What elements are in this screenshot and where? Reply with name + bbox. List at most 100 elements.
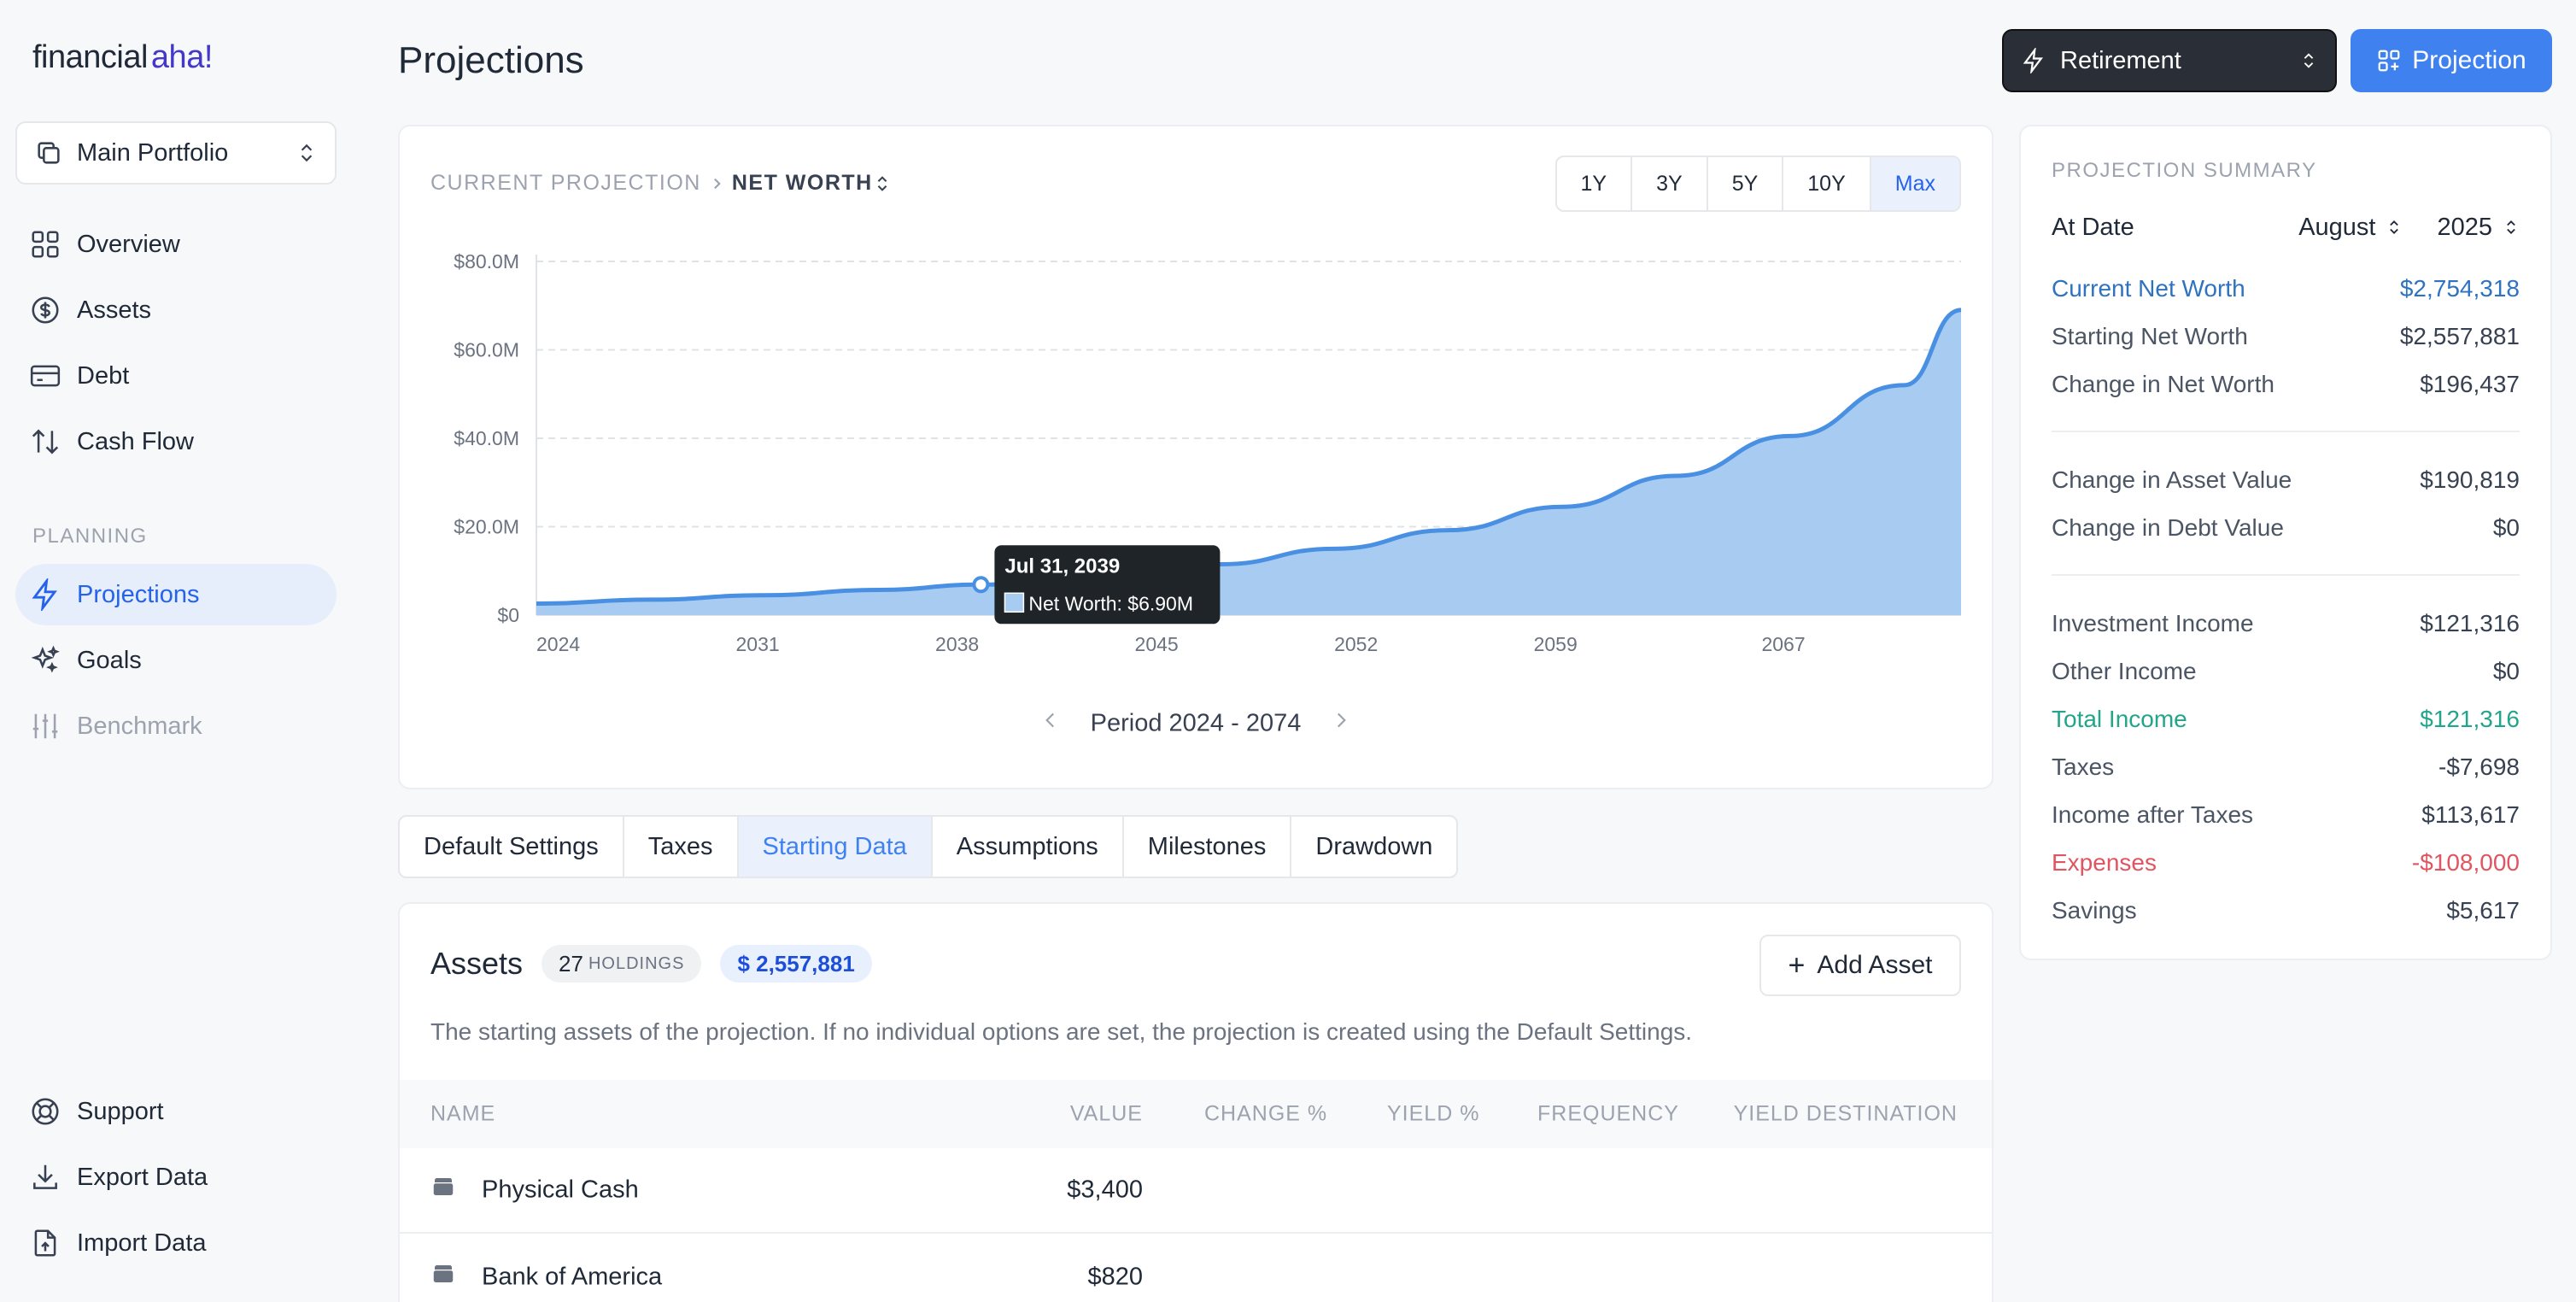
tab-drawdown[interactable]: Drawdown [1291, 817, 1456, 877]
summary-value: $2,754,318 [2399, 275, 2520, 302]
summary-row-other-income: Other Income $0 [2052, 654, 2520, 689]
month-select[interactable]: August [2298, 214, 2403, 242]
scenario-select[interactable]: Retirement [2002, 29, 2337, 92]
column-header-change[interactable]: CHANGE % [1204, 1102, 1327, 1127]
projection-button[interactable]: Projection [2351, 29, 2552, 92]
assets-header: Assets 27 HOLDINGS $ 2,557,881 [430, 945, 872, 982]
add-asset-button[interactable]: + Add Asset [1759, 935, 1961, 996]
sidebar-item-export-data[interactable]: Export Data [15, 1147, 337, 1208]
portfolio-label: Main Portfolio [77, 138, 229, 167]
sidebar-item-goals[interactable]: Goals [15, 630, 337, 691]
projection-summary-card: PROJECTION SUMMARY At Date August 2025 C… [2019, 125, 2552, 960]
summary-row-total-income: Total Income $121,316 [2052, 702, 2520, 736]
scenario-select-label: Retirement [2060, 46, 2181, 74]
asset-name: Physical Cash [482, 1176, 639, 1204]
sidebar-item-label: Projections [77, 580, 200, 608]
portfolio-select[interactable]: Main Portfolio [15, 121, 337, 185]
sliders-icon [32, 713, 58, 739]
column-header-frequency[interactable]: FREQUENCY [1537, 1102, 1679, 1127]
sidebar-item-benchmark[interactable]: Benchmark [15, 695, 337, 757]
column-header-yield[interactable]: YIELD % [1387, 1102, 1479, 1127]
wallet-icon [430, 1261, 456, 1293]
summary-title: PROJECTION SUMMARY [2052, 159, 2317, 182]
sidebar-item-label: Debt [77, 361, 130, 390]
tab-milestones[interactable]: Milestones [1124, 817, 1292, 877]
summary-value: -$7,698 [2438, 754, 2520, 780]
chevron-updown-icon [2390, 220, 2399, 234]
tooltip-date: Jul 31, 2039 [1004, 554, 1120, 578]
column-header-yield-destination[interactable]: YIELD DESTINATION [1734, 1102, 1958, 1127]
at-date-label: At Date [2052, 213, 2134, 241]
y-tick-label: $40.0M [454, 427, 519, 449]
sidebar-item-label: Assets [77, 296, 152, 324]
summary-row-investment-income: Investment Income $121,316 [2052, 607, 2520, 641]
summary-value: $190,819 [2420, 466, 2520, 493]
at-date-row: At Date August 2025 [2052, 210, 2520, 244]
hover-point[interactable] [972, 576, 990, 594]
divider [2052, 431, 2520, 432]
sidebar-item-label: Export Data [77, 1163, 208, 1191]
table-row[interactable]: Bank of America $820 [400, 1235, 1992, 1302]
add-asset-label: Add Asset [1817, 951, 1933, 979]
asset-value: $3,400 [1067, 1176, 1143, 1204]
summary-value: $0 [2492, 514, 2520, 541]
y-tick-label: $20.0M [454, 516, 519, 538]
chevron-updown-icon [301, 144, 313, 162]
x-tick-label: 2067 [1761, 633, 1805, 655]
tooltip-swatch [1004, 592, 1025, 613]
x-tick-label: 2038 [935, 633, 979, 655]
column-header-value[interactable]: VALUE [1070, 1102, 1143, 1127]
summary-label: Current Net Worth [2052, 275, 2245, 302]
tab-starting-data[interactable]: Starting Data [738, 817, 933, 877]
chevron-right-icon[interactable] [1330, 706, 1352, 742]
sidebar-item-cash-flow[interactable]: Cash Flow [15, 411, 337, 472]
sidebar-item-label: Import Data [77, 1229, 207, 1257]
summary-row-current-net-worth: Current Net Worth $2,754,318 [2052, 272, 2520, 306]
chevron-left-icon[interactable] [1039, 706, 1062, 742]
holdings-label: HOLDINGS [588, 953, 685, 973]
assets-card: Assets 27 HOLDINGS $ 2,557,881 + Add Asse… [398, 902, 1993, 1302]
plus-icon: + [1788, 948, 1806, 982]
settings-tabs: Default Settings Taxes Starting Data Ass… [398, 815, 1459, 878]
summary-row-taxes: Taxes -$7,698 [2052, 750, 2520, 784]
period-label: Period 2024 - 2074 [1090, 709, 1302, 737]
divider [2052, 574, 2520, 576]
tab-assumptions[interactable]: Assumptions [933, 817, 1124, 877]
summary-value: $113,617 [2421, 801, 2520, 828]
summary-value: $2,557,881 [2399, 323, 2520, 349]
year-select[interactable]: 2025 [2437, 214, 2520, 242]
wallet-icon [430, 1174, 456, 1206]
tab-default-settings[interactable]: Default Settings [400, 817, 624, 877]
asset-name: Bank of America [482, 1263, 663, 1291]
credit-card-icon [30, 365, 61, 387]
dollar-circle-icon [32, 296, 59, 324]
sidebar-item-label: Overview [77, 230, 180, 258]
sidebar-item-overview[interactable]: Overview [15, 214, 337, 275]
summary-value: $0 [2492, 658, 2520, 684]
summary-row-income-after-taxes: Income after Taxes $113,617 [2052, 798, 2520, 832]
sidebar-item-debt[interactable]: Debt [15, 345, 337, 407]
column-header-name[interactable]: NAME [430, 1102, 495, 1127]
lightning-icon [2023, 48, 2043, 73]
summary-label: Taxes [2052, 754, 2115, 780]
sidebar-item-assets[interactable]: Assets [15, 279, 337, 341]
app-logo[interactable]: financial aha! [32, 39, 213, 76]
x-tick-label: 2024 [536, 633, 580, 655]
sidebar-item-projections[interactable]: Projections [15, 564, 337, 625]
summary-row-change-asset-value: Change in Asset Value $190,819 [2052, 463, 2520, 497]
sidebar-item-support[interactable]: Support [15, 1081, 337, 1142]
assets-title: Assets [430, 946, 524, 981]
chart-card: CURRENT PROJECTION NET WORTH 1Y 3Y 5Y 10… [398, 125, 1993, 789]
summary-label: Other Income [2052, 658, 2197, 684]
section-label-planning: PLANNING [32, 525, 148, 548]
sidebar-item-import-data[interactable]: Import Data [15, 1212, 337, 1274]
net-worth-chart[interactable]: $0 $20.0M $40.0M $60.0M $80.0M 2024 2031 2038 20… [400, 126, 1995, 690]
tab-taxes[interactable]: Taxes [624, 817, 739, 877]
sidebar: financial aha! Main Portfolio Overview As… [0, 0, 369, 1302]
table-row[interactable]: Physical Cash $3,400 [400, 1148, 1992, 1234]
x-tick-label: 2031 [736, 633, 780, 655]
summary-value: $121,316 [2420, 610, 2520, 636]
summary-label: Expenses [2052, 849, 2157, 876]
summary-row-expenses: Expenses -$108,000 [2052, 846, 2520, 880]
tooltip-value: Net Worth: $6.90M [1028, 592, 1193, 614]
